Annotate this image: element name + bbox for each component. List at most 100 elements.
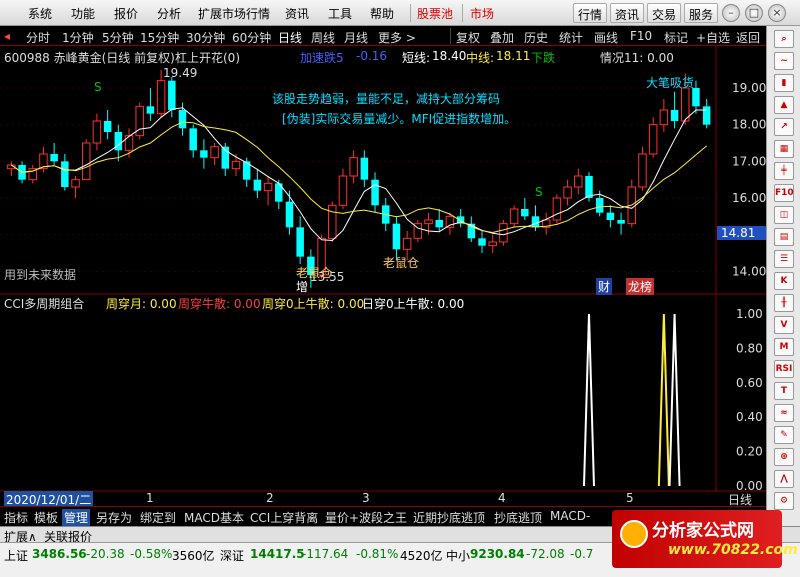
- minimize-icon[interactable]: –: [722, 4, 740, 22]
- brand-name: 分析家公式网: [652, 521, 754, 541]
- trade-button[interactable]: 交易: [647, 3, 682, 23]
- mark-button[interactable]: 标记: [664, 29, 688, 46]
- table-icon[interactable]: ▦: [774, 140, 794, 158]
- brand-mascot-icon: [620, 520, 648, 548]
- wave-icon[interactable]: ≈: [774, 404, 794, 422]
- candle-body: [563, 186, 572, 199]
- settings-icon[interactable]: ⚙: [774, 492, 794, 510]
- history-button[interactable]: 历史: [524, 29, 548, 46]
- candle-body: [531, 216, 540, 228]
- tab-more[interactable]: 更多 >: [378, 29, 416, 46]
- candle-body: [200, 150, 208, 158]
- tab-weekly[interactable]: 周线: [311, 29, 335, 46]
- menu-ext-market[interactable]: 扩展市场行情: [198, 5, 270, 22]
- price-tick-label: 19.00: [732, 81, 766, 95]
- candle-body: [328, 204, 337, 239]
- menu-analysis[interactable]: 分析: [157, 5, 181, 22]
- candle-body: [606, 212, 615, 220]
- price-tick-label: 14.00: [732, 264, 766, 278]
- service-button[interactable]: 服务: [684, 3, 719, 23]
- ind-week-cross-bull: 周穿牛散: 0.00: [178, 297, 261, 311]
- trend-icon[interactable]: ↗: [774, 118, 794, 136]
- tab-stock-pool[interactable]: 股票池: [417, 5, 453, 22]
- tab-template[interactable]: 模板: [34, 509, 58, 526]
- chart-line-icon[interactable]: ~: [774, 52, 794, 70]
- tab-market[interactable]: 市场: [470, 5, 494, 22]
- sketch-icon[interactable]: ✎: [774, 426, 794, 444]
- menu-tools[interactable]: 工具: [328, 5, 352, 22]
- macd-icon[interactable]: M: [774, 338, 794, 356]
- chevron-left-icon[interactable]: ◂: [4, 29, 10, 43]
- chart-candle-icon[interactable]: ╫: [774, 294, 794, 312]
- tab-60min[interactable]: 60分钟: [232, 29, 271, 46]
- candle-body: [638, 153, 647, 188]
- sz-change: -117.64: [302, 547, 349, 561]
- candle-icon[interactable]: ╪: [774, 162, 794, 180]
- adjust-button[interactable]: 复权: [456, 29, 480, 46]
- chart-bar-icon[interactable]: ▮: [774, 74, 794, 92]
- overlay-button[interactable]: 叠加: [490, 29, 514, 46]
- tab-bind-to[interactable]: 绑定到: [140, 509, 176, 526]
- candle-body: [681, 87, 690, 122]
- tab-indicator[interactable]: 指标: [4, 509, 28, 526]
- sh-pct: -0.58%: [130, 547, 173, 561]
- tab-intraday[interactable]: 分时: [26, 29, 50, 46]
- draw-button[interactable]: 画线: [594, 29, 618, 46]
- stats-button[interactable]: 统计: [559, 29, 583, 46]
- list-icon[interactable]: ☰: [774, 250, 794, 268]
- tab-macd-basic[interactable]: MACD基本: [184, 509, 244, 526]
- menu-quote[interactable]: 报价: [114, 5, 138, 22]
- chart-area-icon[interactable]: ▲: [774, 96, 794, 114]
- menu-help[interactable]: 帮助: [370, 5, 394, 22]
- indicator-icon[interactable]: ◫: [774, 206, 794, 224]
- tab-macd-more[interactable]: MACD-: [550, 509, 590, 523]
- f10-icon[interactable]: F10: [774, 184, 794, 202]
- quote-button[interactable]: 行情: [573, 3, 608, 23]
- month-tick-1: 1: [146, 491, 154, 505]
- trix-icon[interactable]: T: [774, 382, 794, 400]
- close-icon[interactable]: ×: [768, 4, 786, 22]
- news-button[interactable]: 资讯: [610, 3, 645, 23]
- restore-icon[interactable]: □: [745, 4, 763, 22]
- mid-line-value: 18.11: [496, 49, 531, 63]
- tab-cci-divergence[interactable]: CCI上穿背离: [250, 509, 318, 526]
- tab-bottom-top[interactable]: 抄底逃顶: [494, 509, 542, 526]
- menu-news[interactable]: 资讯: [285, 5, 309, 22]
- rsi-icon[interactable]: RSI: [774, 360, 794, 378]
- candle-body: [146, 106, 155, 114]
- tab-monthly[interactable]: 月线: [344, 29, 368, 46]
- peak-icon[interactable]: ⋀: [774, 470, 794, 488]
- menu-system[interactable]: 系统: [28, 5, 52, 22]
- k-chart-icon[interactable]: K: [774, 272, 794, 290]
- tab-1min[interactable]: 1分钟: [62, 29, 94, 46]
- tab-daily[interactable]: 日线: [278, 29, 302, 46]
- short-line-value: 18.40: [432, 49, 467, 63]
- tab-15min[interactable]: 15分钟: [140, 29, 179, 46]
- tab-5min[interactable]: 5分钟: [102, 29, 134, 46]
- dragon-list-badge[interactable]: 龙榜: [626, 278, 655, 295]
- old-rat-label-2: 老鼠仓: [383, 256, 420, 270]
- trend-label: 下跌: [531, 51, 556, 65]
- menu-divider: [462, 4, 463, 22]
- tab-manage[interactable]: 管理: [62, 509, 91, 526]
- search-icon[interactable]: ⌕: [774, 30, 794, 48]
- tab-30min[interactable]: 30分钟: [186, 29, 225, 46]
- candle-body: [114, 132, 123, 151]
- tab-save-as[interactable]: 另存为: [96, 509, 132, 526]
- add-watchlist-button[interactable]: +自选: [696, 29, 730, 46]
- menu-function[interactable]: 功能: [71, 5, 95, 22]
- zoom-icon[interactable]: ⊕: [774, 448, 794, 466]
- candle-body: [521, 209, 529, 217]
- finance-badge[interactable]: 财: [596, 278, 613, 295]
- f10-button[interactable]: F10: [630, 29, 652, 43]
- current-price-tag: 14.81: [717, 226, 766, 240]
- tab-recent-bottom[interactable]: 近期抄底逃顶: [413, 509, 485, 526]
- vol-icon[interactable]: V: [774, 316, 794, 334]
- back-button[interactable]: 返回: [736, 29, 760, 46]
- indicator-name[interactable]: 杠上开花(0): [175, 49, 240, 66]
- candle-body: [61, 161, 69, 187]
- tab-volume-wave[interactable]: 量价+波段之王: [325, 509, 407, 526]
- indicator-panel-title[interactable]: CCI多周期组合: [4, 295, 84, 312]
- sz-label: 深证: [220, 549, 245, 563]
- grid-icon[interactable]: ▤: [774, 228, 794, 246]
